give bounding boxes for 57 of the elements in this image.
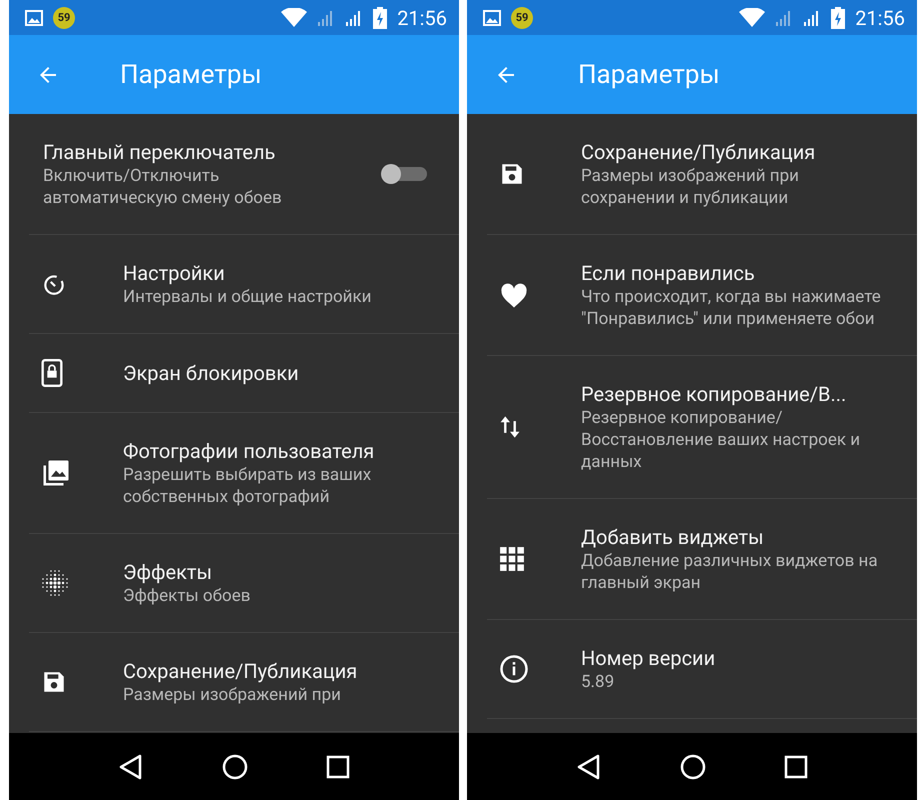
recents-icon[interactable] xyxy=(326,754,350,778)
settings-row[interactable]: Добавить виджеты Добавление различных виджетов на главный экран xyxy=(487,499,917,620)
home-icon[interactable] xyxy=(222,754,248,780)
battery-charging-icon xyxy=(373,6,388,28)
settings-row[interactable]: Экран блокировки xyxy=(29,334,459,413)
grid-icon xyxy=(499,546,525,572)
settings-row[interactable]: Резервное копирование/В... Резервное копирование/ Восстановление ваших настроек и данных xyxy=(487,356,917,499)
notification-badge: 59 xyxy=(53,6,75,28)
clock-time: 21:56 xyxy=(397,6,447,30)
item-title: Экран блокировки xyxy=(123,360,300,386)
item-title: Эффекты xyxy=(123,559,214,585)
heart-icon xyxy=(499,281,529,309)
screen-title: Параметры xyxy=(120,60,262,90)
photos-icon xyxy=(41,458,71,488)
battery-charging-icon xyxy=(831,6,846,28)
recents-icon[interactable] xyxy=(784,754,808,778)
item-title: Главный переключатель xyxy=(43,139,276,165)
item-subtitle: Размеры изображений при сохранении и публикации xyxy=(581,165,800,209)
settings-row[interactable]: Главный переключатель Включить/Отключить автоматическую смену обоев xyxy=(29,114,459,235)
up-down-arrows-icon xyxy=(499,414,521,440)
settings-row[interactable]: Сохранение/Публикация Размеры изображений при xyxy=(29,633,459,732)
screen-title: Параметры xyxy=(578,60,720,90)
item-subtitle: Интервалы и общие настройки xyxy=(123,286,372,308)
item-subtitle: Добавление различных виджетов на главный экран xyxy=(581,550,879,594)
item-title: Настройки xyxy=(123,260,226,286)
item-subtitle: Разрешить выбирать из ваших собственных фотографий xyxy=(123,464,372,508)
settings-row[interactable]: Номер версии 5.89 xyxy=(487,620,917,719)
item-title: Фотографии пользователя xyxy=(123,438,376,464)
back-icon[interactable] xyxy=(118,754,144,780)
item-title: Резервное копирование/В... xyxy=(581,381,848,407)
settings-row[interactable]: Если понравились Что происходит, когда вы нажимаете "Понравились" или применяете обои xyxy=(487,235,917,356)
wifi-icon xyxy=(739,8,766,28)
phone-lock-icon xyxy=(41,359,63,387)
item-title: Добавить виджеты xyxy=(581,524,765,550)
item-subtitle: Эффекты обоев xyxy=(123,585,252,607)
item-title: Сохранение/Публикация xyxy=(123,658,358,684)
notification-badge: 59 xyxy=(511,6,533,28)
image-icon xyxy=(25,10,43,26)
back-icon[interactable] xyxy=(576,754,602,780)
wifi-icon xyxy=(281,8,308,28)
settings-row[interactable]: Настройки Интервалы и общие настройки xyxy=(29,235,459,334)
item-subtitle: Резервное копирование/ Восстановление ваших настроек и данных xyxy=(581,407,862,473)
settings-row[interactable]: Эффекты Эффекты обоев xyxy=(29,534,459,633)
item-subtitle: 5.89 xyxy=(581,671,616,693)
item-subtitle: Включить/Отключить автоматическую смену обоев xyxy=(43,165,283,209)
item-title: Если понравились xyxy=(581,260,756,286)
item-title: Номер версии xyxy=(581,645,716,671)
settings-row[interactable]: Фотографии пользователя Разрешить выбирать из ваших собственных фотографий xyxy=(29,413,459,534)
settings-row[interactable]: Сохранение/Публикация Размеры изображений при сохранении и публикации xyxy=(487,114,917,235)
item-subtitle: Что происходит, когда вы нажимаете "Понравились" или применяете обои xyxy=(581,286,881,330)
dot-grid-icon xyxy=(41,569,69,597)
item-title: Сохранение/Публикация xyxy=(581,139,816,165)
image-icon xyxy=(483,10,501,26)
home-icon[interactable] xyxy=(680,754,706,780)
item-subtitle: Размеры изображений при xyxy=(123,684,342,706)
info-icon xyxy=(499,654,529,684)
clock-time: 21:56 xyxy=(855,6,905,30)
